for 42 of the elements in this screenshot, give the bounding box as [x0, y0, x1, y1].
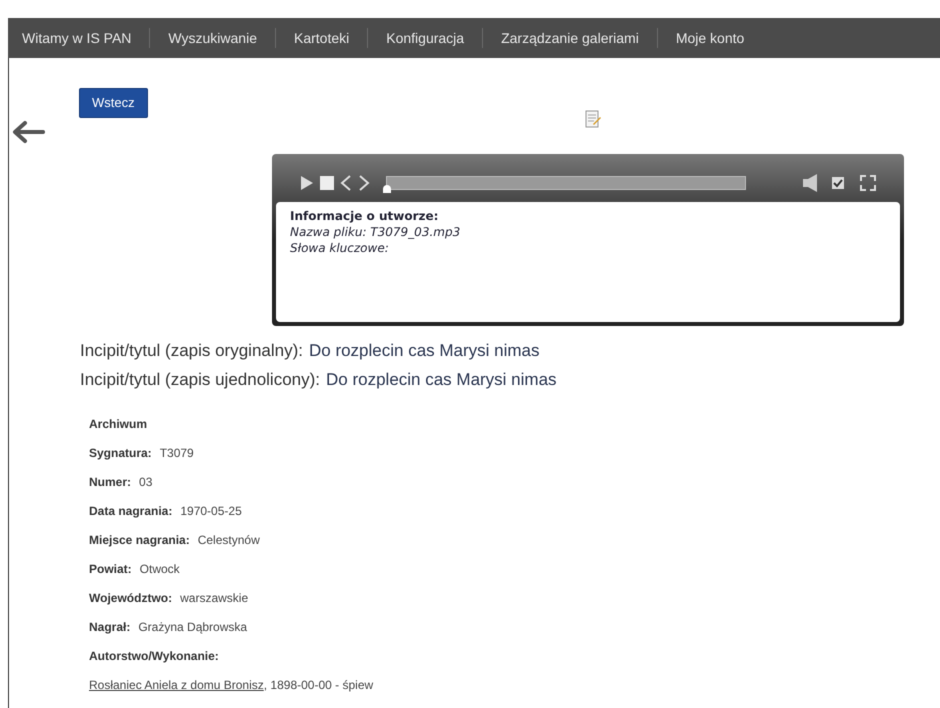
field-label: Województwo:	[89, 590, 172, 606]
field-label: Autorstwo/Wykonanie:	[89, 648, 219, 664]
speaker-icon[interactable]	[802, 172, 818, 192]
field-value: 03	[139, 474, 152, 490]
field-label: Archiwum	[89, 416, 148, 432]
field-value: 1970-05-25	[180, 502, 242, 520]
field-label: Miejsce nagrania:	[89, 532, 190, 548]
next-icon[interactable]	[358, 174, 370, 190]
field-value: Celestynów	[198, 532, 260, 548]
field-label: Numer:	[89, 474, 132, 490]
title-value: Do rozplecin cas Marysi nimas	[326, 369, 557, 391]
info-line: Słowa kluczowe:	[290, 240, 390, 256]
previous-icon[interactable]	[340, 174, 352, 190]
progress-thumb[interactable]	[383, 184, 391, 192]
nav-link[interactable]: Moje konto	[676, 28, 744, 48]
nav-link[interactable]: Kartoteki	[294, 28, 350, 48]
author-link[interactable]: Rosłaniec Aniela z domu Bronisz	[89, 676, 264, 694]
title-label: Incipit/tytul (zapis ujednolicony):	[80, 369, 320, 391]
nav-link[interactable]: Wyszukiwanie	[168, 28, 257, 48]
back-button[interactable]: Wstecz	[79, 88, 148, 118]
author-details: , 1898-00-00 - śpiew	[264, 676, 374, 694]
play-icon[interactable]	[300, 174, 314, 190]
edit-document-icon[interactable]	[585, 110, 601, 128]
field-value: warszawskie	[180, 590, 248, 606]
field-label: Powiat:	[89, 560, 132, 578]
back-arrow-icon[interactable]	[11, 120, 45, 144]
field-label: Data nagrania:	[89, 502, 172, 520]
field-value: T3079	[160, 444, 194, 462]
nav-link[interactable]: Zarządzanie galeriami	[501, 28, 639, 48]
nav-link[interactable]: Konfiguracja	[386, 28, 464, 48]
field-label: Sygnatura:	[89, 444, 152, 462]
info-line: Nazwa pliku: T3079_03.mp3	[290, 224, 462, 240]
field-value: Otwock	[140, 560, 180, 578]
info-title: Informacje o utworze:	[290, 208, 440, 224]
title-value: Do rozplecin cas Marysi nimas	[308, 340, 540, 362]
stop-icon[interactable]	[320, 176, 334, 190]
checkbox-icon[interactable]	[832, 176, 844, 188]
field-label: Nagrał:	[89, 618, 130, 636]
field-value: Grażyna Dąbrowska	[138, 618, 248, 636]
fullscreen-icon[interactable]	[860, 174, 876, 190]
title-label: Incipit/tytul (zapis oryginalny):	[80, 340, 303, 362]
nav-link[interactable]: Witamy w IS PAN	[22, 28, 132, 48]
